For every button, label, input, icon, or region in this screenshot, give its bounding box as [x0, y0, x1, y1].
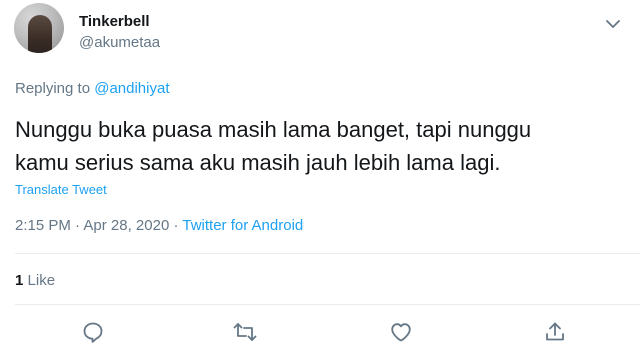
like-label: Like: [27, 272, 56, 289]
share-icon[interactable]: [543, 320, 567, 344]
meta-separator: ·: [70, 217, 84, 234]
tweet-date[interactable]: Apr 28, 2020: [83, 217, 169, 234]
tweet-text: Nunggu buka puasa masih lama banget, tap…: [15, 113, 627, 179]
display-name[interactable]: Tinkerbell: [79, 13, 150, 30]
tweet-source-link[interactable]: Twitter for Android: [182, 217, 303, 234]
translate-tweet-link[interactable]: Translate Tweet: [15, 182, 107, 197]
replying-prefix: Replying to: [15, 80, 91, 97]
like-icon[interactable]: [389, 320, 413, 344]
replying-to: Replying to @andihiyat: [15, 80, 170, 97]
user-handle[interactable]: @akumetaa: [79, 34, 160, 51]
reply-icon[interactable]: [81, 320, 105, 344]
tweet-meta: 2:15 PM · Apr 28, 2020 · Twitter for And…: [15, 217, 303, 234]
chevron-down-icon[interactable]: [606, 16, 620, 28]
retweet-icon[interactable]: [233, 320, 257, 344]
tweet-text-line: Nunggu buka puasa masih lama banget, tap…: [15, 117, 532, 142]
divider: [15, 304, 640, 305]
avatar[interactable]: [14, 3, 64, 53]
avatar-figure: [28, 15, 52, 53]
divider: [15, 253, 640, 254]
tweet-text-line: kamu serius sama aku masih jauh lebih la…: [15, 150, 501, 175]
like-count: 1: [15, 272, 24, 289]
reply-target-link[interactable]: @andihiyat: [94, 80, 169, 97]
tweet-time[interactable]: 2:15 PM: [15, 217, 71, 234]
meta-separator: ·: [169, 217, 183, 234]
likes-stat[interactable]: 1 Like: [15, 272, 55, 289]
